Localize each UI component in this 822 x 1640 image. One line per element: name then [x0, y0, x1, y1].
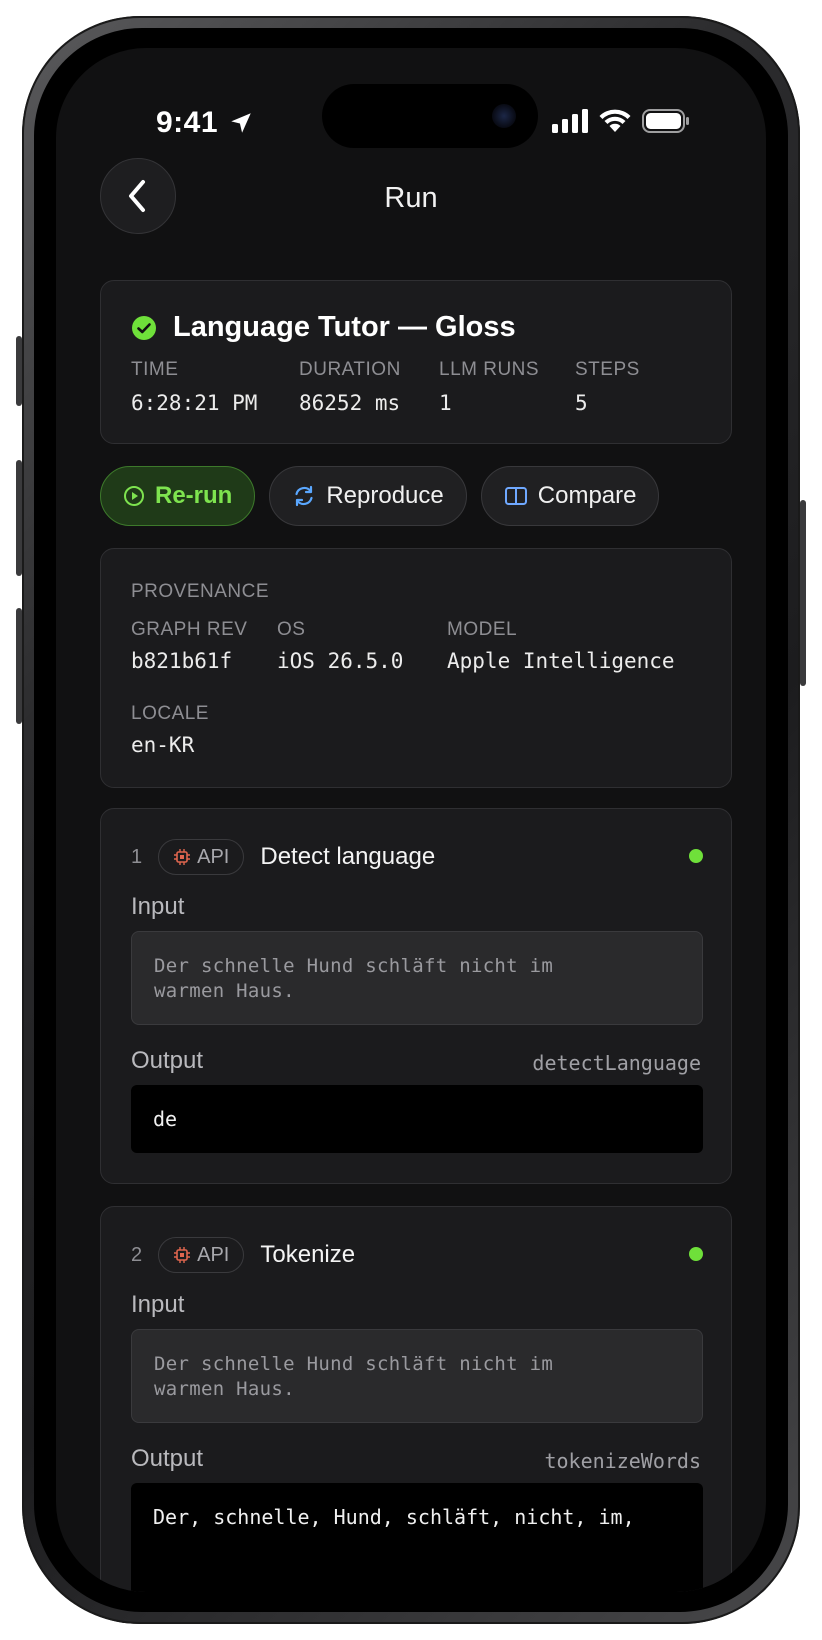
refresh-icon [295, 485, 313, 507]
function-name: tokenizeWords [544, 1449, 701, 1473]
action-button [16, 336, 22, 406]
prov-model: MODEL Apple Intelligence [447, 619, 675, 673]
status-dot [689, 1247, 703, 1261]
meta-time: TIME 6:28:21 PM [131, 359, 258, 415]
power-button [800, 500, 806, 686]
step-card[interactable]: 2 API Tokenize Input Der schnelle Hund s… [100, 1206, 732, 1592]
action-bar: Re-run Reproduce Compare [100, 466, 660, 526]
run-summary-card: Language Tutor — Gloss TIME 6:28:21 PM D… [100, 280, 732, 444]
api-badge: API [158, 1237, 245, 1273]
status-dot [689, 849, 703, 863]
status-icons [552, 108, 690, 134]
meta-duration: DURATION 86252 ms [299, 359, 401, 415]
prov-os: OS iOS 26.5.0 [277, 619, 404, 673]
step-card[interactable]: 1 API Detect language Input Der schnelle… [100, 808, 732, 1184]
rerun-label: Re-run [155, 482, 233, 509]
volume-down-button [16, 608, 22, 724]
step-name: Detect language [260, 843, 436, 870]
input-label: Input [131, 893, 185, 920]
rerun-button[interactable]: Re-run [100, 466, 256, 526]
meta-llm-runs: LLM RUNS 1 [439, 359, 540, 415]
reproduce-button[interactable]: Reproduce [269, 466, 467, 526]
output-label: Output [131, 1445, 204, 1472]
step-number: 2 [131, 1243, 143, 1266]
status-time: 9:41 [156, 106, 219, 139]
camera-lens [492, 104, 516, 128]
provenance-card: PROVENANCE GRAPH REV b821b61f OS iOS 26.… [100, 548, 732, 788]
input-field: Der schnelle Hund schläft nicht im warme… [131, 1329, 703, 1423]
function-name: detectLanguage [532, 1051, 701, 1075]
chip-icon [174, 1247, 191, 1263]
volume-up-button [16, 460, 22, 576]
step-number: 1 [131, 845, 143, 868]
compare-label: Compare [537, 482, 637, 509]
prov-graph-rev: GRAPH REV b821b61f [131, 619, 248, 673]
chip-icon [174, 849, 191, 865]
cellular-signal-icon [552, 109, 588, 133]
battery-icon [642, 109, 689, 133]
location-arrow-icon [231, 113, 251, 133]
screen: 9:41 Run Language Tutor — Gloss TIME 6:2… [56, 48, 766, 1592]
compare-button[interactable]: Compare [480, 466, 660, 526]
input-label: Input [131, 1291, 185, 1318]
reproduce-label: Reproduce [326, 482, 444, 509]
page-title: Run [384, 182, 438, 214]
step-name: Tokenize [260, 1241, 356, 1268]
output-value: de [131, 1085, 703, 1153]
output-value: Der, schnelle, Hund, schläft, nicht, im, [131, 1483, 703, 1592]
meta-steps: STEPS 5 [575, 359, 640, 415]
provenance-heading: PROVENANCE [131, 581, 270, 602]
api-badge: API [158, 839, 245, 875]
play-circle-icon [124, 486, 144, 506]
wifi-icon [599, 109, 631, 132]
input-field: Der schnelle Hund schläft nicht im warme… [131, 931, 703, 1025]
run-title: Language Tutor — Gloss [173, 311, 516, 343]
checkmark-circle-icon [132, 315, 156, 340]
prov-locale: LOCALE en-KR [131, 703, 209, 757]
phone-frame: 9:41 Run Language Tutor — Gloss TIME 6:2… [16, 16, 806, 1624]
output-label: Output [131, 1047, 204, 1074]
split-view-icon [504, 487, 527, 505]
